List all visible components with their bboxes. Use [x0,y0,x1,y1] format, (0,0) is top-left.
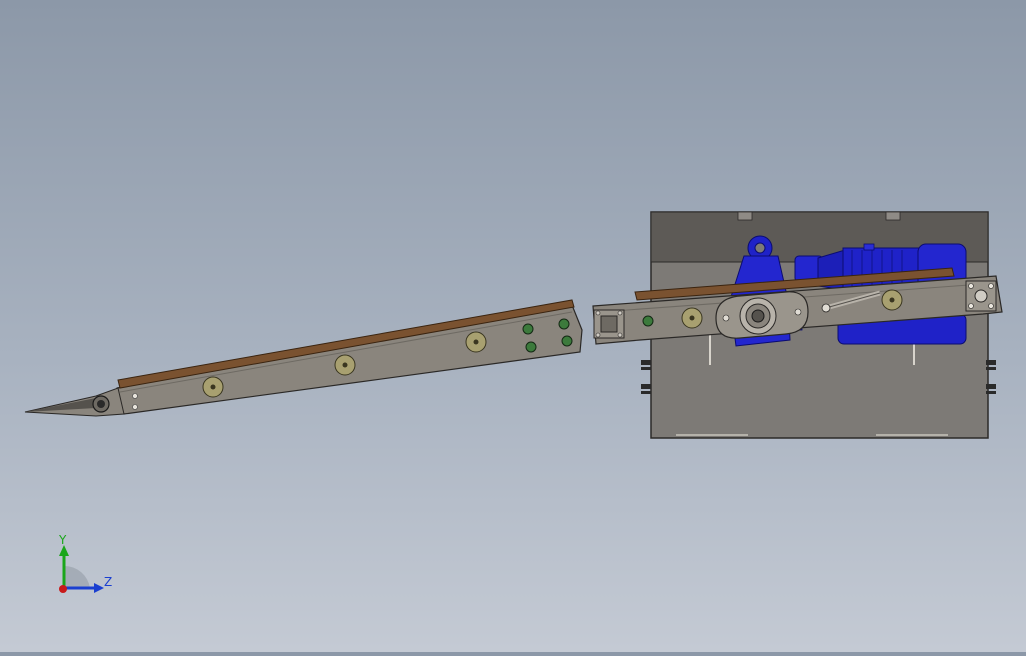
head-end-plate [965,280,997,312]
cad-viewport[interactable]: Y Z [0,0,1026,652]
z-axis-label: Z [104,575,112,589]
drive-bearing [715,291,809,339]
origin-dot [59,585,67,593]
axis-triad: Y Z [58,533,112,593]
y-axis-label: Y [58,533,67,547]
splice-flange [593,309,625,339]
